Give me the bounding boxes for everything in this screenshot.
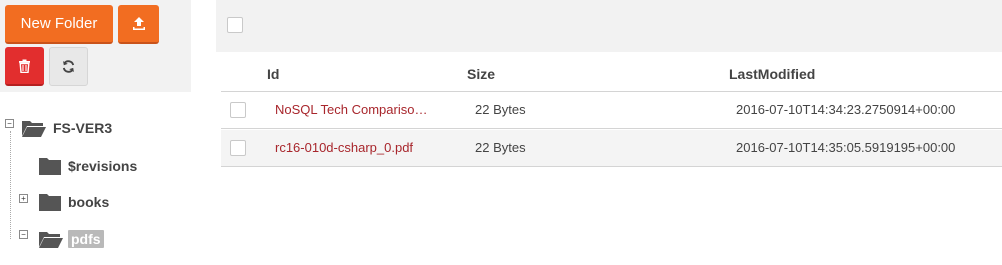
tree-connector bbox=[10, 131, 11, 239]
file-link[interactable]: NoSQL Tech Compariso… bbox=[275, 102, 447, 117]
file-link[interactable]: rc16-010d-csharp_0.pdf bbox=[275, 140, 447, 155]
file-last-modified: 2016-07-10T14:35:05.5919195+00:00 bbox=[736, 140, 956, 155]
tree-node-revisions[interactable]: $revisions bbox=[38, 154, 137, 178]
file-size: 22 Bytes bbox=[475, 140, 526, 155]
folder-open-icon bbox=[39, 232, 63, 248]
grid-header: Id Size LastModified bbox=[221, 55, 1002, 92]
column-header-id[interactable]: Id bbox=[267, 66, 279, 82]
new-folder-label: New Folder bbox=[20, 15, 98, 32]
delete-button[interactable] bbox=[5, 47, 44, 86]
folder-icon bbox=[39, 194, 61, 211]
table-row[interactable]: rc16-010d-csharp_0.pdf 22 Bytes 2016-07-… bbox=[221, 130, 1002, 167]
file-size: 22 Bytes bbox=[475, 102, 526, 117]
tree-node-label: books bbox=[68, 194, 110, 210]
tree-node-pdfs[interactable]: − pdfs bbox=[16, 227, 104, 251]
file-last-modified: 2016-07-10T14:34:23.2750914+00:00 bbox=[736, 102, 956, 117]
trash-icon bbox=[19, 59, 30, 73]
tree-node-books[interactable]: + books bbox=[16, 190, 109, 214]
refresh-button[interactable] bbox=[49, 47, 88, 86]
file-toolbar: New Folder bbox=[0, 0, 191, 92]
upload-button[interactable] bbox=[118, 5, 159, 44]
select-all-checkbox[interactable] bbox=[227, 17, 243, 33]
collapse-toggle[interactable]: − bbox=[5, 119, 14, 128]
refresh-icon bbox=[62, 60, 75, 73]
tree-node-root[interactable]: − FS-VER3 bbox=[5, 116, 112, 140]
folder-open-icon bbox=[22, 121, 46, 137]
new-folder-button[interactable]: New Folder bbox=[5, 5, 113, 44]
tree-node-label-selected: pdfs bbox=[68, 230, 104, 248]
grid-toolbar bbox=[216, 0, 1002, 52]
column-header-lastmodified[interactable]: LastModified bbox=[729, 66, 815, 82]
collapse-toggle[interactable]: − bbox=[19, 230, 28, 239]
row-checkbox[interactable] bbox=[230, 102, 246, 118]
upload-icon bbox=[132, 16, 145, 30]
tree-node-label: FS-VER3 bbox=[53, 120, 113, 136]
tree-node-label: $revisions bbox=[68, 158, 138, 174]
column-header-size[interactable]: Size bbox=[467, 66, 495, 82]
row-checkbox[interactable] bbox=[230, 140, 246, 156]
expand-toggle[interactable]: + bbox=[19, 194, 28, 203]
folder-icon bbox=[39, 158, 61, 175]
table-row[interactable]: NoSQL Tech Compariso… 22 Bytes 2016-07-1… bbox=[221, 92, 1002, 129]
